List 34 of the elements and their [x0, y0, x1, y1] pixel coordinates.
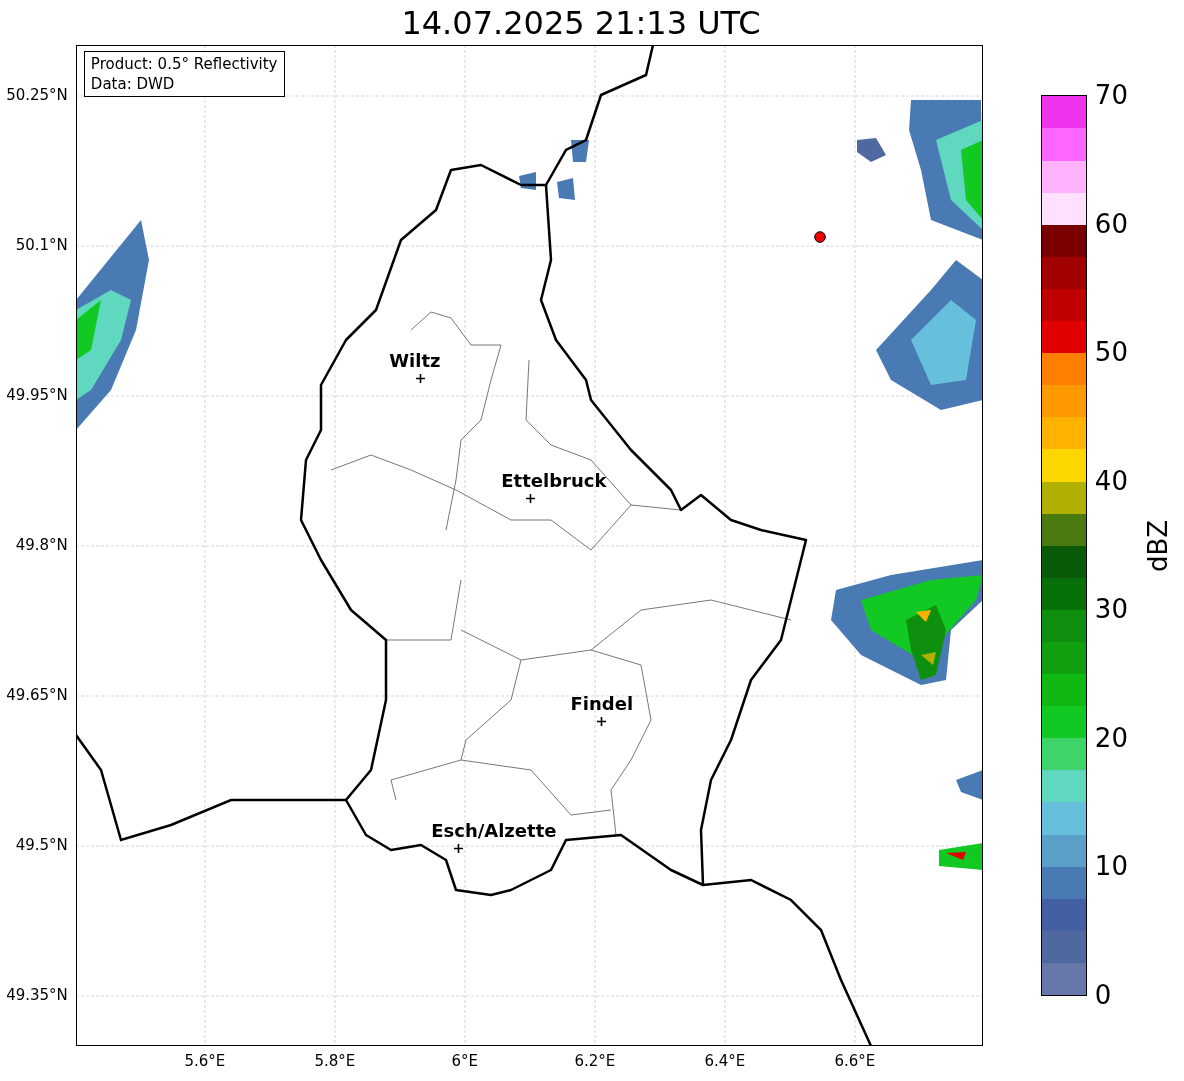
axis-tick-label: 49.95°N: [6, 388, 68, 403]
axis-tick-label: 50.1°N: [15, 238, 68, 253]
scale-tick-label: 0: [1094, 982, 1112, 1008]
axis-tick-label: 49.5°N: [15, 838, 68, 853]
station-marker-icon: [813, 231, 826, 243]
city-marker-icon: [415, 374, 425, 383]
axis-tick-label: 50.25°N: [6, 88, 68, 103]
axis-tick-label: 6.2°E: [574, 1054, 616, 1069]
axis-tick-label: 6°E: [451, 1054, 479, 1069]
city-marker-icon: [525, 494, 535, 503]
scale-tick-label: 20: [1094, 724, 1128, 751]
scale-tick-label: 60: [1094, 210, 1128, 237]
scale-tick-label: 30: [1094, 596, 1128, 623]
city-label: Esch/Alzette: [431, 822, 557, 840]
city-label: Wiltz: [389, 352, 441, 370]
axis-tick-label: 49.65°N: [6, 688, 68, 703]
city-marker-icon: [453, 844, 463, 853]
axis-tick-label: 6.4°E: [704, 1054, 746, 1069]
chart-title: 14.07.2025 21:13 UTC: [400, 6, 761, 39]
axis-tick-label: 49.35°N: [6, 988, 68, 1003]
city-label: Findel: [570, 695, 634, 713]
legend-text: Data: DWD: [90, 74, 176, 94]
scale-tick-label: 10: [1094, 853, 1128, 880]
axis-tick-label: 6.6°E: [834, 1054, 876, 1069]
scale-tick-label: 40: [1094, 467, 1128, 494]
city-marker-icon: [596, 717, 606, 726]
axis-tick-label: 5.8°E: [314, 1054, 356, 1069]
axis-tick-label: 49.8°N: [15, 538, 68, 553]
legend-text: Product: 0.5° Reflectivity: [90, 54, 278, 74]
axis-tick-label: 5.6°E: [184, 1054, 226, 1069]
scale-tick-label: 70: [1094, 82, 1128, 108]
scale-axis-label: dBZ: [1144, 519, 1171, 572]
scale-tick-label: 50: [1094, 339, 1128, 366]
city-label: Ettelbruck: [501, 472, 607, 490]
